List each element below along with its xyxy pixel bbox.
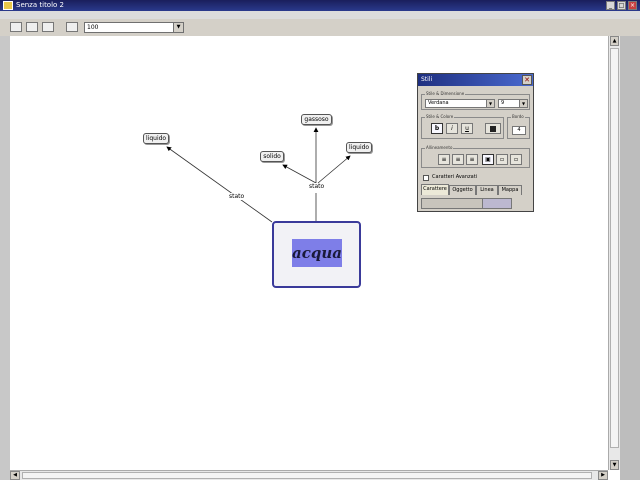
horizontal-scrollbar[interactable]: ◀ ▶ <box>10 470 608 480</box>
close-icon[interactable]: ✕ <box>522 75 532 85</box>
text-style-label: Stile & Colore <box>425 114 455 120</box>
tab-linea[interactable]: Linea <box>476 185 498 195</box>
underline-button[interactable]: u <box>461 123 473 134</box>
advanced-label: Caratteri Avanzati <box>432 174 478 180</box>
alignment-label: Allineamento <box>425 145 454 151</box>
border-width-field[interactable]: 4 <box>512 126 526 135</box>
tab-mappa[interactable]: Mappa <box>498 185 522 195</box>
font-group-label: Stile & Dimensione <box>425 91 466 97</box>
align-right-icon[interactable]: ≡ <box>466 154 478 165</box>
main-concept-node[interactable]: acqua <box>272 221 361 288</box>
tab-carattere[interactable]: Carattere <box>421 184 449 195</box>
styles-panel-title: Stili <box>421 76 433 83</box>
tab-oggetto[interactable]: Oggetto <box>449 185 476 195</box>
styles-tabs: Carattere Oggetto Linea Mappa <box>421 184 531 195</box>
styles-panel: Stili ✕ Stile & Dimensione Verdana ▼ 9 ▼… <box>417 73 534 212</box>
font-group: Stile & Dimensione Verdana ▼ 9 ▼ <box>421 91 530 110</box>
link-word-stato[interactable]: stato <box>228 193 246 200</box>
style-preview-left[interactable] <box>421 198 483 209</box>
position-top-icon[interactable]: ▫ <box>496 154 508 165</box>
text-color-button[interactable] <box>485 123 501 134</box>
chevron-down-icon[interactable]: ▼ <box>519 100 527 107</box>
align-left-icon[interactable]: ≡ <box>438 154 450 165</box>
position-center-icon[interactable]: ▣ <box>482 154 494 165</box>
right-border <box>620 36 640 480</box>
font-size-value: 9 <box>501 100 505 106</box>
italic-button[interactable]: i <box>446 123 458 134</box>
style-preview-right[interactable] <box>482 198 512 209</box>
border-group: Bordo 4 <box>507 114 530 139</box>
border-label: Bordo <box>511 114 525 120</box>
link-word-stato[interactable]: stato <box>308 183 326 190</box>
bold-button[interactable]: b <box>431 123 443 134</box>
font-name-select[interactable]: Verdana ▼ <box>425 99 495 108</box>
chevron-down-icon[interactable]: ▼ <box>486 100 494 107</box>
font-name-value: Verdana <box>428 100 449 106</box>
concept-liquido-right[interactable]: liquido <box>346 142 372 153</box>
concept-gassoso[interactable]: gassoso <box>301 114 332 125</box>
align-center-icon[interactable]: ≡ <box>452 154 464 165</box>
concept-liquido-left[interactable]: liquido <box>143 133 169 144</box>
concept-solido[interactable]: solido <box>260 151 284 162</box>
text-style-group: Stile & Colore b i u <box>421 114 504 139</box>
position-bottom-icon[interactable]: ▫ <box>510 154 522 165</box>
scroll-down-icon[interactable]: ▼ <box>610 460 619 470</box>
horizontal-scroll-thumb[interactable] <box>22 472 592 479</box>
color-swatch-icon <box>490 125 496 132</box>
styles-panel-title-bar[interactable]: Stili <box>418 74 533 86</box>
vertical-scrollbar[interactable]: ▲ ▼ <box>608 36 620 470</box>
link-line[interactable] <box>317 155 351 184</box>
border-width-value: 4 <box>517 127 521 133</box>
link-line[interactable] <box>282 164 317 184</box>
scroll-right-icon[interactable]: ▶ <box>598 471 608 480</box>
font-size-select[interactable]: 9 ▼ <box>498 99 528 108</box>
advanced-checkbox[interactable] <box>423 175 429 181</box>
scroll-up-icon[interactable]: ▲ <box>610 36 619 46</box>
alignment-group: Allineamento ≡ ≡ ≡ ▣ ▫ ▫ <box>421 145 530 168</box>
vertical-scroll-thumb[interactable] <box>610 48 619 448</box>
main-concept-label[interactable]: acqua <box>292 239 342 267</box>
link-line[interactable] <box>166 146 273 223</box>
scroll-left-icon[interactable]: ◀ <box>10 471 20 480</box>
